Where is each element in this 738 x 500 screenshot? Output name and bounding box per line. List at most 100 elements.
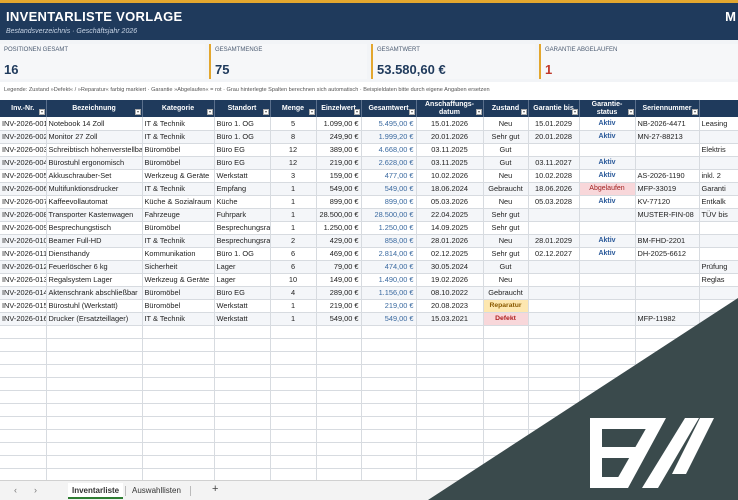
table-cell[interactable]: Neu [483,273,529,287]
empty-cell[interactable] [483,468,529,480]
table-cell[interactable]: IT & Technik [142,312,215,326]
table-cell[interactable]: 1.156,00 € [361,286,417,300]
empty-cell[interactable] [528,364,580,378]
empty-cell[interactable] [0,442,47,456]
table-cell[interactable] [528,299,580,313]
column-header[interactable]: Standort [214,100,271,117]
empty-cell[interactable] [0,403,47,417]
table-cell[interactable] [635,273,700,287]
table-cell[interactable]: Werkstatt [214,169,271,183]
empty-cell[interactable] [0,325,47,339]
empty-cell[interactable] [579,416,636,430]
empty-cell[interactable] [0,429,47,443]
empty-cell[interactable] [699,364,738,378]
table-cell[interactable]: INV-2026-006 [0,182,47,196]
empty-cell[interactable] [214,338,271,352]
table-cell[interactable]: 1 [270,312,317,326]
table-cell[interactable]: Besprechungsraum [214,234,271,248]
table-cell[interactable]: 05.03.2026 [416,195,484,209]
table-cell[interactable] [579,208,636,222]
table-cell[interactable]: Besprechungstisch [46,221,143,235]
empty-cell[interactable] [214,325,271,339]
table-cell[interactable]: INV-2026-014 [0,286,47,300]
table-cell[interactable]: INV-2026-008 [0,208,47,222]
table-cell[interactable]: Sehr gut [483,130,529,144]
filter-dropdown-icon[interactable] [691,109,698,115]
table-cell[interactable]: 02.12.2027 [528,247,580,261]
table-cell[interactable]: 249,90 € [316,130,362,144]
column-header[interactable]: Seriennummer [635,100,700,117]
empty-cell[interactable] [316,455,362,469]
table-cell[interactable]: 1 [270,195,317,209]
empty-cell[interactable] [635,429,700,443]
table-cell[interactable] [579,143,636,157]
table-cell[interactable]: 20.08.2023 [416,299,484,313]
empty-cell[interactable] [635,325,700,339]
empty-cell[interactable] [635,377,700,391]
empty-cell[interactable] [483,325,529,339]
empty-cell[interactable] [416,364,484,378]
empty-cell[interactable] [635,403,700,417]
table-cell[interactable]: Beamer Full-HD [46,234,143,248]
table-cell[interactable] [699,312,738,326]
empty-cell[interactable] [0,377,47,391]
table-cell[interactable] [579,273,636,287]
empty-cell[interactable] [142,455,215,469]
table-cell[interactable]: NB-2026-4471 [635,117,700,131]
empty-cell[interactable] [483,377,529,391]
table-cell[interactable]: 899,00 € [361,195,417,209]
empty-cell[interactable] [270,325,317,339]
filter-dropdown-icon[interactable] [571,109,578,115]
table-cell[interactable]: 219,00 € [316,156,362,170]
empty-cell[interactable] [316,390,362,404]
table-cell[interactable]: Aktiv [579,195,636,209]
table-cell[interactable]: 28.01.2026 [416,234,484,248]
empty-cell[interactable] [270,377,317,391]
table-cell[interactable]: 219,00 € [361,299,417,313]
empty-cell[interactable] [270,468,317,480]
empty-cell[interactable] [270,351,317,365]
empty-cell[interactable] [579,403,636,417]
table-cell[interactable]: Reparatur [483,299,529,313]
table-cell[interactable]: INV-2026-001 [0,117,47,131]
empty-cell[interactable] [46,468,143,480]
empty-cell[interactable] [528,390,580,404]
table-cell[interactable]: Multifunktionsdrucker [46,182,143,196]
empty-cell[interactable] [316,416,362,430]
empty-cell[interactable] [579,338,636,352]
table-cell[interactable] [699,221,738,235]
table-cell[interactable]: Lager [214,273,271,287]
empty-cell[interactable] [483,338,529,352]
empty-cell[interactable] [483,455,529,469]
table-cell[interactable]: 1 [270,221,317,235]
empty-cell[interactable] [528,455,580,469]
empty-cell[interactable] [142,416,215,430]
table-cell[interactable]: 474,00 € [361,260,417,274]
table-cell[interactable]: 289,00 € [316,286,362,300]
filter-dropdown-icon[interactable] [38,109,45,115]
empty-cell[interactable] [699,351,738,365]
filter-dropdown-icon[interactable] [520,109,527,115]
table-cell[interactable] [699,299,738,313]
empty-cell[interactable] [528,377,580,391]
empty-cell[interactable] [214,364,271,378]
table-cell[interactable]: 549,00 € [361,182,417,196]
table-cell[interactable]: 858,00 € [361,234,417,248]
empty-cell[interactable] [361,338,417,352]
empty-cell[interactable] [699,442,738,456]
empty-cell[interactable] [528,442,580,456]
empty-cell[interactable] [316,403,362,417]
table-cell[interactable]: INV-2026-012 [0,260,47,274]
empty-cell[interactable] [579,325,636,339]
table-cell[interactable]: Leasing [699,117,738,131]
table-cell[interactable] [699,247,738,261]
table-cell[interactable]: 159,00 € [316,169,362,183]
empty-cell[interactable] [46,351,143,365]
table-cell[interactable]: IT & Technik [142,182,215,196]
empty-cell[interactable] [270,429,317,443]
tab-inventarliste[interactable]: Inventarliste [68,483,124,499]
table-cell[interactable]: Büromöbel [142,221,215,235]
empty-cell[interactable] [214,390,271,404]
table-cell[interactable]: 10 [270,273,317,287]
table-cell[interactable]: Büro 1. OG [214,117,271,131]
